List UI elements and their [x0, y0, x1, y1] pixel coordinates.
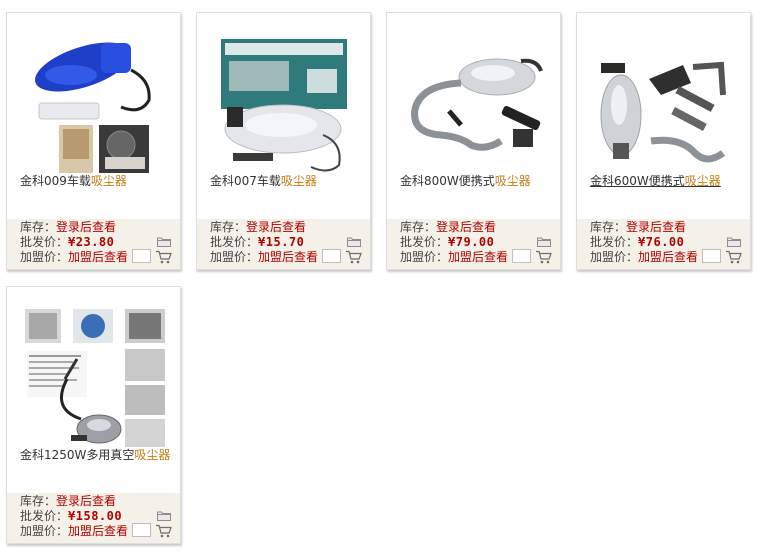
join-value[interactable]: 加盟后查看	[258, 250, 318, 264]
join-value[interactable]: 加盟后查看	[68, 524, 128, 538]
keyword-link[interactable]: 吸尘器	[134, 448, 170, 462]
join-label: 加盟价：	[210, 250, 259, 264]
folder-icon[interactable]	[157, 236, 171, 247]
join-label: 加盟价：	[400, 250, 449, 264]
keyword-link[interactable]: 吸尘器	[281, 174, 317, 188]
cart-icon[interactable]	[535, 250, 552, 264]
cart-icon[interactable]	[725, 250, 742, 264]
folder-icon[interactable]	[537, 236, 551, 247]
folder-icon[interactable]	[157, 510, 171, 521]
cart-icon[interactable]	[155, 524, 172, 538]
product-card: 金科009车载吸尘器 库存：登录后查看 批发价：¥23.80 加盟价：加盟后查看	[6, 12, 181, 270]
wholesale-row: 批发价：¥76.00	[590, 235, 684, 250]
product-info-panel: 库存：登录后查看 批发价：¥76.00 加盟价：加盟后查看	[577, 219, 750, 269]
product-card: 金科800W便携式吸尘器 库存：登录后查看 批发价：¥79.00 加盟价：加盟后…	[386, 12, 561, 270]
stock-value[interactable]: 登录后查看	[436, 220, 496, 234]
keyword-link[interactable]: 吸尘器	[91, 174, 127, 188]
join-row: 加盟价：加盟后查看	[20, 250, 128, 265]
stock-value[interactable]: 登录后查看	[626, 220, 686, 234]
keyword-link[interactable]: 吸尘器	[495, 174, 531, 188]
stock-label: 库存：	[590, 220, 627, 234]
join-row: 加盟价：加盟后查看	[210, 250, 318, 265]
wholesale-row: 批发价：¥15.70	[210, 235, 304, 250]
product-card: 金科007车载吸尘器 库存：登录后查看 批发价：¥15.70 加盟价：加盟后查看	[196, 12, 371, 270]
product-info-panel: 库存：登录后查看 批发价：¥79.00 加盟价：加盟后查看	[387, 219, 560, 269]
stock-row: 库存：登录后查看	[400, 220, 496, 235]
folder-icon[interactable]	[347, 236, 361, 247]
quantity-input[interactable]	[702, 249, 721, 263]
join-row: 加盟价：加盟后查看	[590, 250, 698, 265]
stock-value[interactable]: 登录后查看	[246, 220, 306, 234]
product-image[interactable]	[21, 25, 167, 177]
product-info-panel: 库存：登录后查看 批发价：¥15.70 加盟价：加盟后查看	[197, 219, 370, 269]
join-label: 加盟价：	[590, 250, 639, 264]
join-label: 加盟价：	[20, 524, 69, 538]
quantity-input[interactable]	[322, 249, 341, 263]
wholesale-label: 批发价：	[210, 235, 259, 249]
stock-row: 库存：登录后查看	[210, 220, 306, 235]
wholesale-row: 批发价：¥158.00	[20, 509, 122, 524]
product-image[interactable]	[401, 25, 547, 177]
wholesale-row: 批发价：¥79.00	[400, 235, 494, 250]
quantity-input[interactable]	[512, 249, 531, 263]
wholesale-label: 批发价：	[20, 235, 69, 249]
product-name[interactable]: 金科1250W多用真空吸尘器	[20, 447, 178, 463]
wholesale-label: 批发价：	[590, 235, 639, 249]
join-value[interactable]: 加盟后查看	[448, 250, 508, 264]
wholesale-label: 批发价：	[20, 509, 69, 523]
stock-value[interactable]: 登录后查看	[56, 494, 116, 508]
quantity-input[interactable]	[132, 249, 151, 263]
join-label: 加盟价：	[20, 250, 69, 264]
folder-icon[interactable]	[727, 236, 741, 247]
join-value[interactable]: 加盟后查看	[68, 250, 128, 264]
quantity-input[interactable]	[132, 523, 151, 537]
stock-value[interactable]: 登录后查看	[56, 220, 116, 234]
stock-row: 库存：登录后查看	[20, 494, 116, 509]
wholesale-price: ¥15.70	[258, 235, 305, 249]
wholesale-label: 批发价：	[400, 235, 449, 249]
stock-label: 库存：	[20, 494, 57, 508]
wholesale-price: ¥76.00	[638, 235, 685, 249]
product-name[interactable]: 金科800W便携式吸尘器	[400, 173, 558, 189]
product-image[interactable]	[21, 299, 167, 451]
wholesale-row: 批发价：¥23.80	[20, 235, 114, 250]
product-image[interactable]	[211, 25, 357, 177]
join-value[interactable]: 加盟后查看	[638, 250, 698, 264]
keyword-link[interactable]: 吸尘器	[685, 174, 721, 188]
cart-icon[interactable]	[345, 250, 362, 264]
join-row: 加盟价：加盟后查看	[400, 250, 508, 265]
product-name[interactable]: 金科007车载吸尘器	[210, 173, 368, 189]
stock-label: 库存：	[20, 220, 57, 234]
stock-label: 库存：	[400, 220, 437, 234]
product-info-panel: 库存：登录后查看 批发价：¥23.80 加盟价：加盟后查看	[7, 219, 180, 269]
stock-row: 库存：登录后查看	[20, 220, 116, 235]
wholesale-price: ¥23.80	[68, 235, 115, 249]
join-row: 加盟价：加盟后查看	[20, 524, 128, 539]
wholesale-price: ¥158.00	[68, 509, 123, 523]
stock-label: 库存：	[210, 220, 247, 234]
stock-row: 库存：登录后查看	[590, 220, 686, 235]
product-image[interactable]	[591, 25, 737, 177]
product-name[interactable]: 金科600W便携式吸尘器	[590, 173, 748, 189]
cart-icon[interactable]	[155, 250, 172, 264]
wholesale-price: ¥79.00	[448, 235, 495, 249]
product-name[interactable]: 金科009车载吸尘器	[20, 173, 178, 189]
product-card: 金科1250W多用真空吸尘器 库存：登录后查看 批发价：¥158.00 加盟价：…	[6, 286, 181, 544]
product-info-panel: 库存：登录后查看 批发价：¥158.00 加盟价：加盟后查看	[7, 493, 180, 543]
product-card: 金科600W便携式吸尘器 库存：登录后查看 批发价：¥76.00 加盟价：加盟后…	[576, 12, 751, 270]
